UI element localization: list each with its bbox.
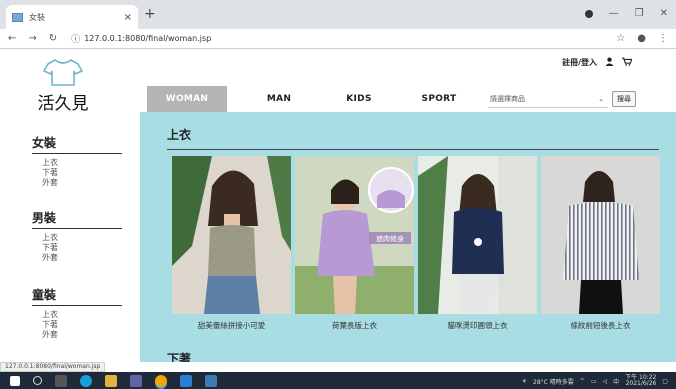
back-icon[interactable]: ← bbox=[8, 33, 16, 44]
product-name[interactable]: 荷葉長版上衣 bbox=[295, 320, 414, 331]
window-controls: — ❐ ✕ bbox=[584, 8, 668, 19]
category-title[interactable]: 女裝 bbox=[32, 134, 122, 154]
tab-kids[interactable]: KIDS bbox=[319, 86, 399, 112]
app-icon-2[interactable] bbox=[205, 374, 217, 387]
product-card[interactable]: 條紋前短後長上衣 bbox=[541, 156, 660, 331]
network-icon[interactable]: ▭ bbox=[591, 378, 597, 385]
product-image[interactable] bbox=[172, 156, 291, 314]
tab-man[interactable]: MAN bbox=[239, 86, 319, 112]
reload-icon[interactable]: ↻ bbox=[49, 33, 57, 44]
category-link-outerwear[interactable]: 外套 bbox=[42, 253, 122, 263]
category-link-outerwear[interactable]: 外套 bbox=[42, 178, 122, 188]
tshirt-icon bbox=[42, 59, 84, 86]
product-image[interactable] bbox=[418, 156, 537, 314]
category-title[interactable]: 童裝 bbox=[32, 286, 122, 306]
section-title: 上衣 bbox=[167, 128, 192, 142]
link-status-bar: 127.0.0.1:8080/final/woman.jsp bbox=[0, 362, 106, 372]
category-link-outerwear[interactable]: 外套 bbox=[42, 330, 122, 340]
category-link-tops[interactable]: 上衣 bbox=[42, 158, 122, 168]
category-women: 女裝 上衣 下著 外套 bbox=[32, 134, 122, 188]
product-name[interactable]: 貓咪燙印圓領上衣 bbox=[418, 320, 537, 331]
product-select-value: 請選擇商品 bbox=[490, 94, 525, 103]
ime-indicator[interactable]: 中 bbox=[613, 377, 619, 386]
forward-icon[interactable]: → bbox=[28, 33, 36, 44]
section-divider bbox=[167, 149, 659, 150]
category-link-bottoms[interactable]: 下著 bbox=[42, 243, 122, 253]
category-kids: 童裝 上衣 下著 外套 bbox=[32, 286, 122, 340]
app-icon[interactable] bbox=[130, 374, 142, 387]
notification-icon[interactable]: ▢ bbox=[662, 378, 668, 385]
product-card[interactable]: 遮肉修身 荷葉長版上衣 bbox=[295, 156, 414, 331]
category-link-bottoms[interactable]: 下著 bbox=[42, 320, 122, 330]
record-icon[interactable] bbox=[584, 9, 593, 18]
tray-chevron-icon[interactable]: ^ bbox=[580, 378, 585, 385]
site-logo[interactable]: 活久見 bbox=[28, 57, 98, 114]
url-field[interactable]: 127.0.0.1:8080/final/woman.jsp bbox=[84, 34, 211, 43]
clock[interactable]: 下午 10:22 2021/6/26 bbox=[625, 375, 656, 387]
search-button[interactable]: 搜尋 bbox=[612, 91, 636, 107]
chrome-icon[interactable] bbox=[155, 374, 167, 387]
menu-dots-icon[interactable]: ⋮ bbox=[658, 33, 668, 44]
category-sidebar: 女裝 上衣 下著 外套 男裝 上衣 下著 外套 童裝 上衣 下著 外套 bbox=[0, 112, 140, 362]
category-link-bottoms[interactable]: 下著 bbox=[42, 168, 122, 178]
task-view-icon[interactable] bbox=[55, 374, 67, 387]
minimize-icon[interactable]: — bbox=[609, 8, 619, 19]
bookmark-star-icon[interactable]: ☆ bbox=[616, 33, 625, 44]
login-link[interactable]: 註冊/登入 bbox=[562, 57, 597, 68]
tab-woman[interactable]: WOMAN bbox=[147, 86, 227, 112]
windows-start-icon[interactable] bbox=[10, 375, 20, 386]
user-icon[interactable] bbox=[605, 57, 614, 68]
system-tray: ☀ 28°C 晴時多雲 ^ ▭ ◁ 中 下午 10:22 2021/6/26 ▢ bbox=[522, 375, 668, 387]
browser-tab-bar: 女裝 × + — ❐ ✕ bbox=[0, 0, 676, 29]
favicon-icon bbox=[12, 12, 23, 22]
product-name[interactable]: 甜美蕾絲拼接小可愛 bbox=[172, 320, 291, 331]
search-icon[interactable] bbox=[33, 376, 42, 385]
close-tab-icon[interactable]: × bbox=[124, 12, 132, 23]
product-name[interactable]: 條紋前短後長上衣 bbox=[541, 320, 660, 331]
category-link-tops[interactable]: 上衣 bbox=[42, 233, 122, 243]
product-card[interactable]: 貓咪燙印圓領上衣 bbox=[418, 156, 537, 331]
weather-text[interactable]: 28°C 晴時多雲 bbox=[533, 377, 574, 386]
category-men: 男裝 上衣 下著 外套 bbox=[32, 209, 122, 263]
browser-tab[interactable]: 女裝 × bbox=[6, 5, 138, 29]
profile-icon[interactable]: ● bbox=[637, 33, 646, 44]
weather-icon: ☀ bbox=[521, 377, 528, 385]
address-bar: ← → ↻ ⓘ 127.0.0.1:8080/final/woman.jsp ☆… bbox=[0, 29, 676, 49]
tab-sport[interactable]: SPORT bbox=[399, 86, 479, 112]
top-links: 註冊/登入 bbox=[562, 57, 633, 68]
close-window-icon[interactable]: ✕ bbox=[660, 8, 668, 19]
section-title-bottoms: 下著 bbox=[167, 352, 192, 362]
product-image[interactable]: 遮肉修身 bbox=[295, 156, 414, 314]
maximize-icon[interactable]: ❐ bbox=[635, 8, 644, 19]
product-select[interactable]: 請選擇商品 ⌄ bbox=[488, 90, 608, 108]
category-link-tops[interactable]: 上衣 bbox=[42, 310, 122, 320]
product-image[interactable] bbox=[541, 156, 660, 314]
product-card[interactable]: 甜美蕾絲拼接小可愛 bbox=[172, 156, 291, 331]
edge-icon[interactable] bbox=[80, 374, 92, 387]
logo-text: 活久見 bbox=[37, 94, 89, 114]
clock-date: 2021/6/26 bbox=[625, 380, 657, 387]
os-taskbar: ☀ 28°C 晴時多雲 ^ ▭ ◁ 中 下午 10:22 2021/6/26 ▢ bbox=[0, 372, 676, 389]
cart-icon[interactable] bbox=[622, 57, 633, 68]
site-info-icon[interactable]: ⓘ bbox=[71, 32, 80, 45]
product-badge: 遮肉修身 bbox=[376, 234, 404, 243]
page: 註冊/登入 活久見 WOMAN MAN KIDS SPORT 請選擇商品 ⌄ 搜… bbox=[0, 49, 676, 362]
category-title[interactable]: 男裝 bbox=[32, 209, 122, 229]
new-tab-button[interactable]: + bbox=[144, 6, 156, 22]
product-area: 上衣 甜美蕾絲拼接小可愛 遮肉修身 荷葉長版上衣 貓咪燙印圓領上衣 條紋前短後長… bbox=[140, 112, 676, 362]
tab-title: 女裝 bbox=[29, 12, 45, 22]
chevron-down-icon: ⌄ bbox=[598, 94, 604, 103]
file-explorer-icon[interactable] bbox=[105, 374, 117, 387]
vscode-icon[interactable] bbox=[180, 374, 192, 387]
volume-icon[interactable]: ◁ bbox=[602, 378, 607, 385]
